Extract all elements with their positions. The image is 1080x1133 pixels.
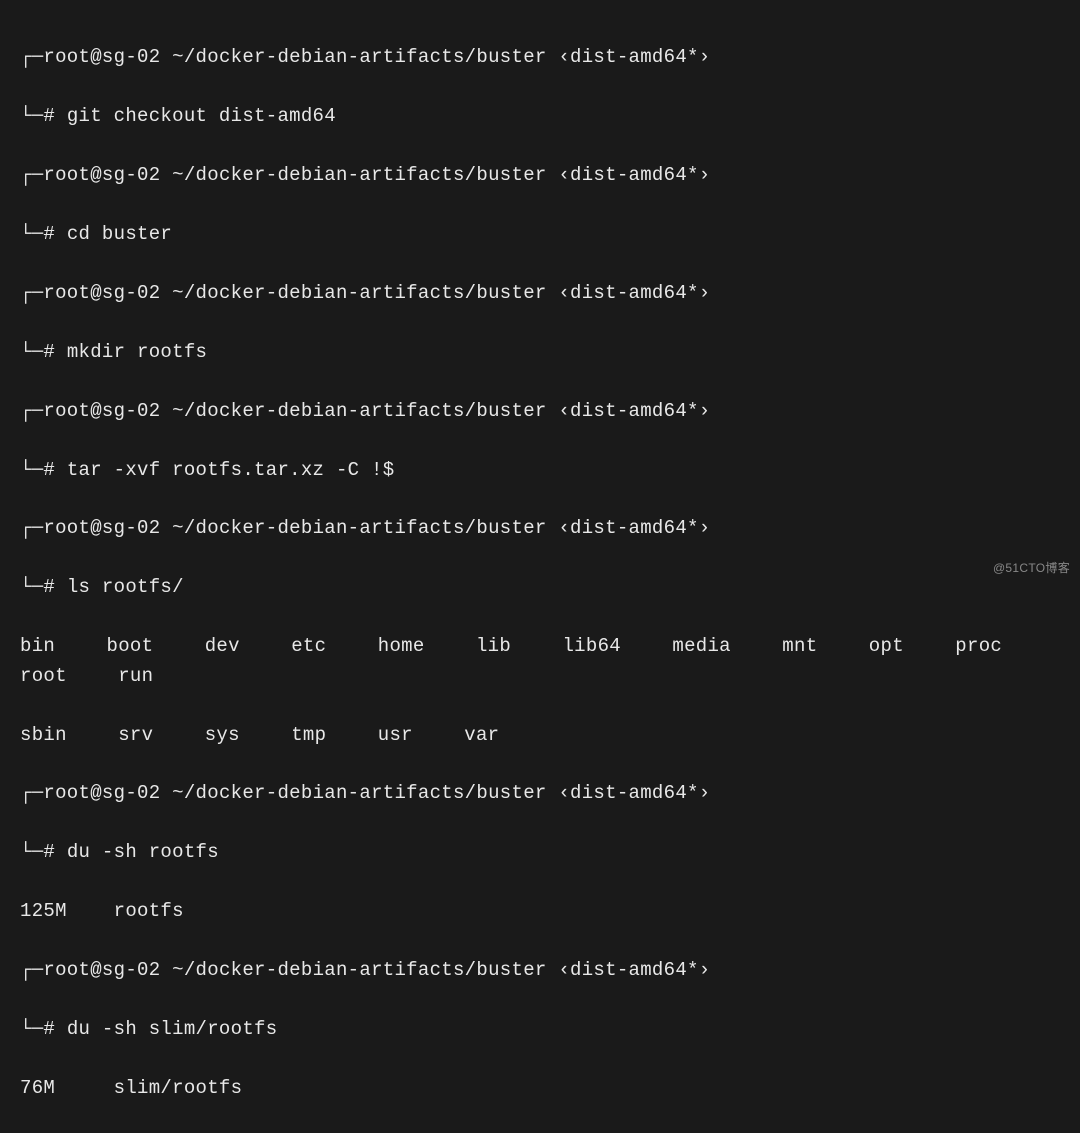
prompt-top: ┌─root@sg-02 ~/docker-debian-artifacts/b… [20,279,1060,308]
prompt-top: ┌─root@sg-02 ~/docker-debian-artifacts/b… [20,514,1060,543]
prompt-cmd: └─# tar -xvf rootfs.tar.xz -C !$ [20,456,1060,485]
terminal-output: ┌─root@sg-02 ~/docker-debian-artifacts/b… [20,14,1060,1133]
ls-output-row: bin boot dev etc home lib lib64 media mn… [20,632,1060,691]
command-text: tar -xvf rootfs.tar.xz -C !$ [67,459,395,481]
command-text: du -sh slim/rootfs [67,1018,278,1040]
prompt-cmd: └─# git checkout dist-amd64 [20,102,1060,131]
prompt-top: ┌─root@sg-02 ~/docker-debian-artifacts/b… [20,397,1060,426]
command-text: ls rootfs/ [67,576,184,598]
command-text: git checkout dist-amd64 [67,105,336,127]
prompt-cmd: └─# ls rootfs/ [20,573,1060,602]
prompt-cmd: └─# mkdir rootfs [20,338,1060,367]
prompt-cmd: └─# du -sh rootfs [20,838,1060,867]
prompt-cmd: └─# du -sh slim/rootfs [20,1015,1060,1044]
ls-output-row: sbin srv sys tmp usr var [20,721,1060,750]
prompt-cmd: └─# cd buster [20,220,1060,249]
watermark-text: @51CTO博客 [993,559,1070,578]
command-text: du -sh rootfs [67,841,219,863]
command-text: cd buster [67,223,172,245]
du-output-row: 125M rootfs [20,897,1060,926]
prompt-top: ┌─root@sg-02 ~/docker-debian-artifacts/b… [20,43,1060,72]
du-output-row: 76M slim/rootfs [20,1074,1060,1103]
command-text: mkdir rootfs [67,341,207,363]
prompt-top: ┌─root@sg-02 ~/docker-debian-artifacts/b… [20,161,1060,190]
prompt-top: ┌─root@sg-02 ~/docker-debian-artifacts/b… [20,779,1060,808]
prompt-top: ┌─root@sg-02 ~/docker-debian-artifacts/b… [20,956,1060,985]
